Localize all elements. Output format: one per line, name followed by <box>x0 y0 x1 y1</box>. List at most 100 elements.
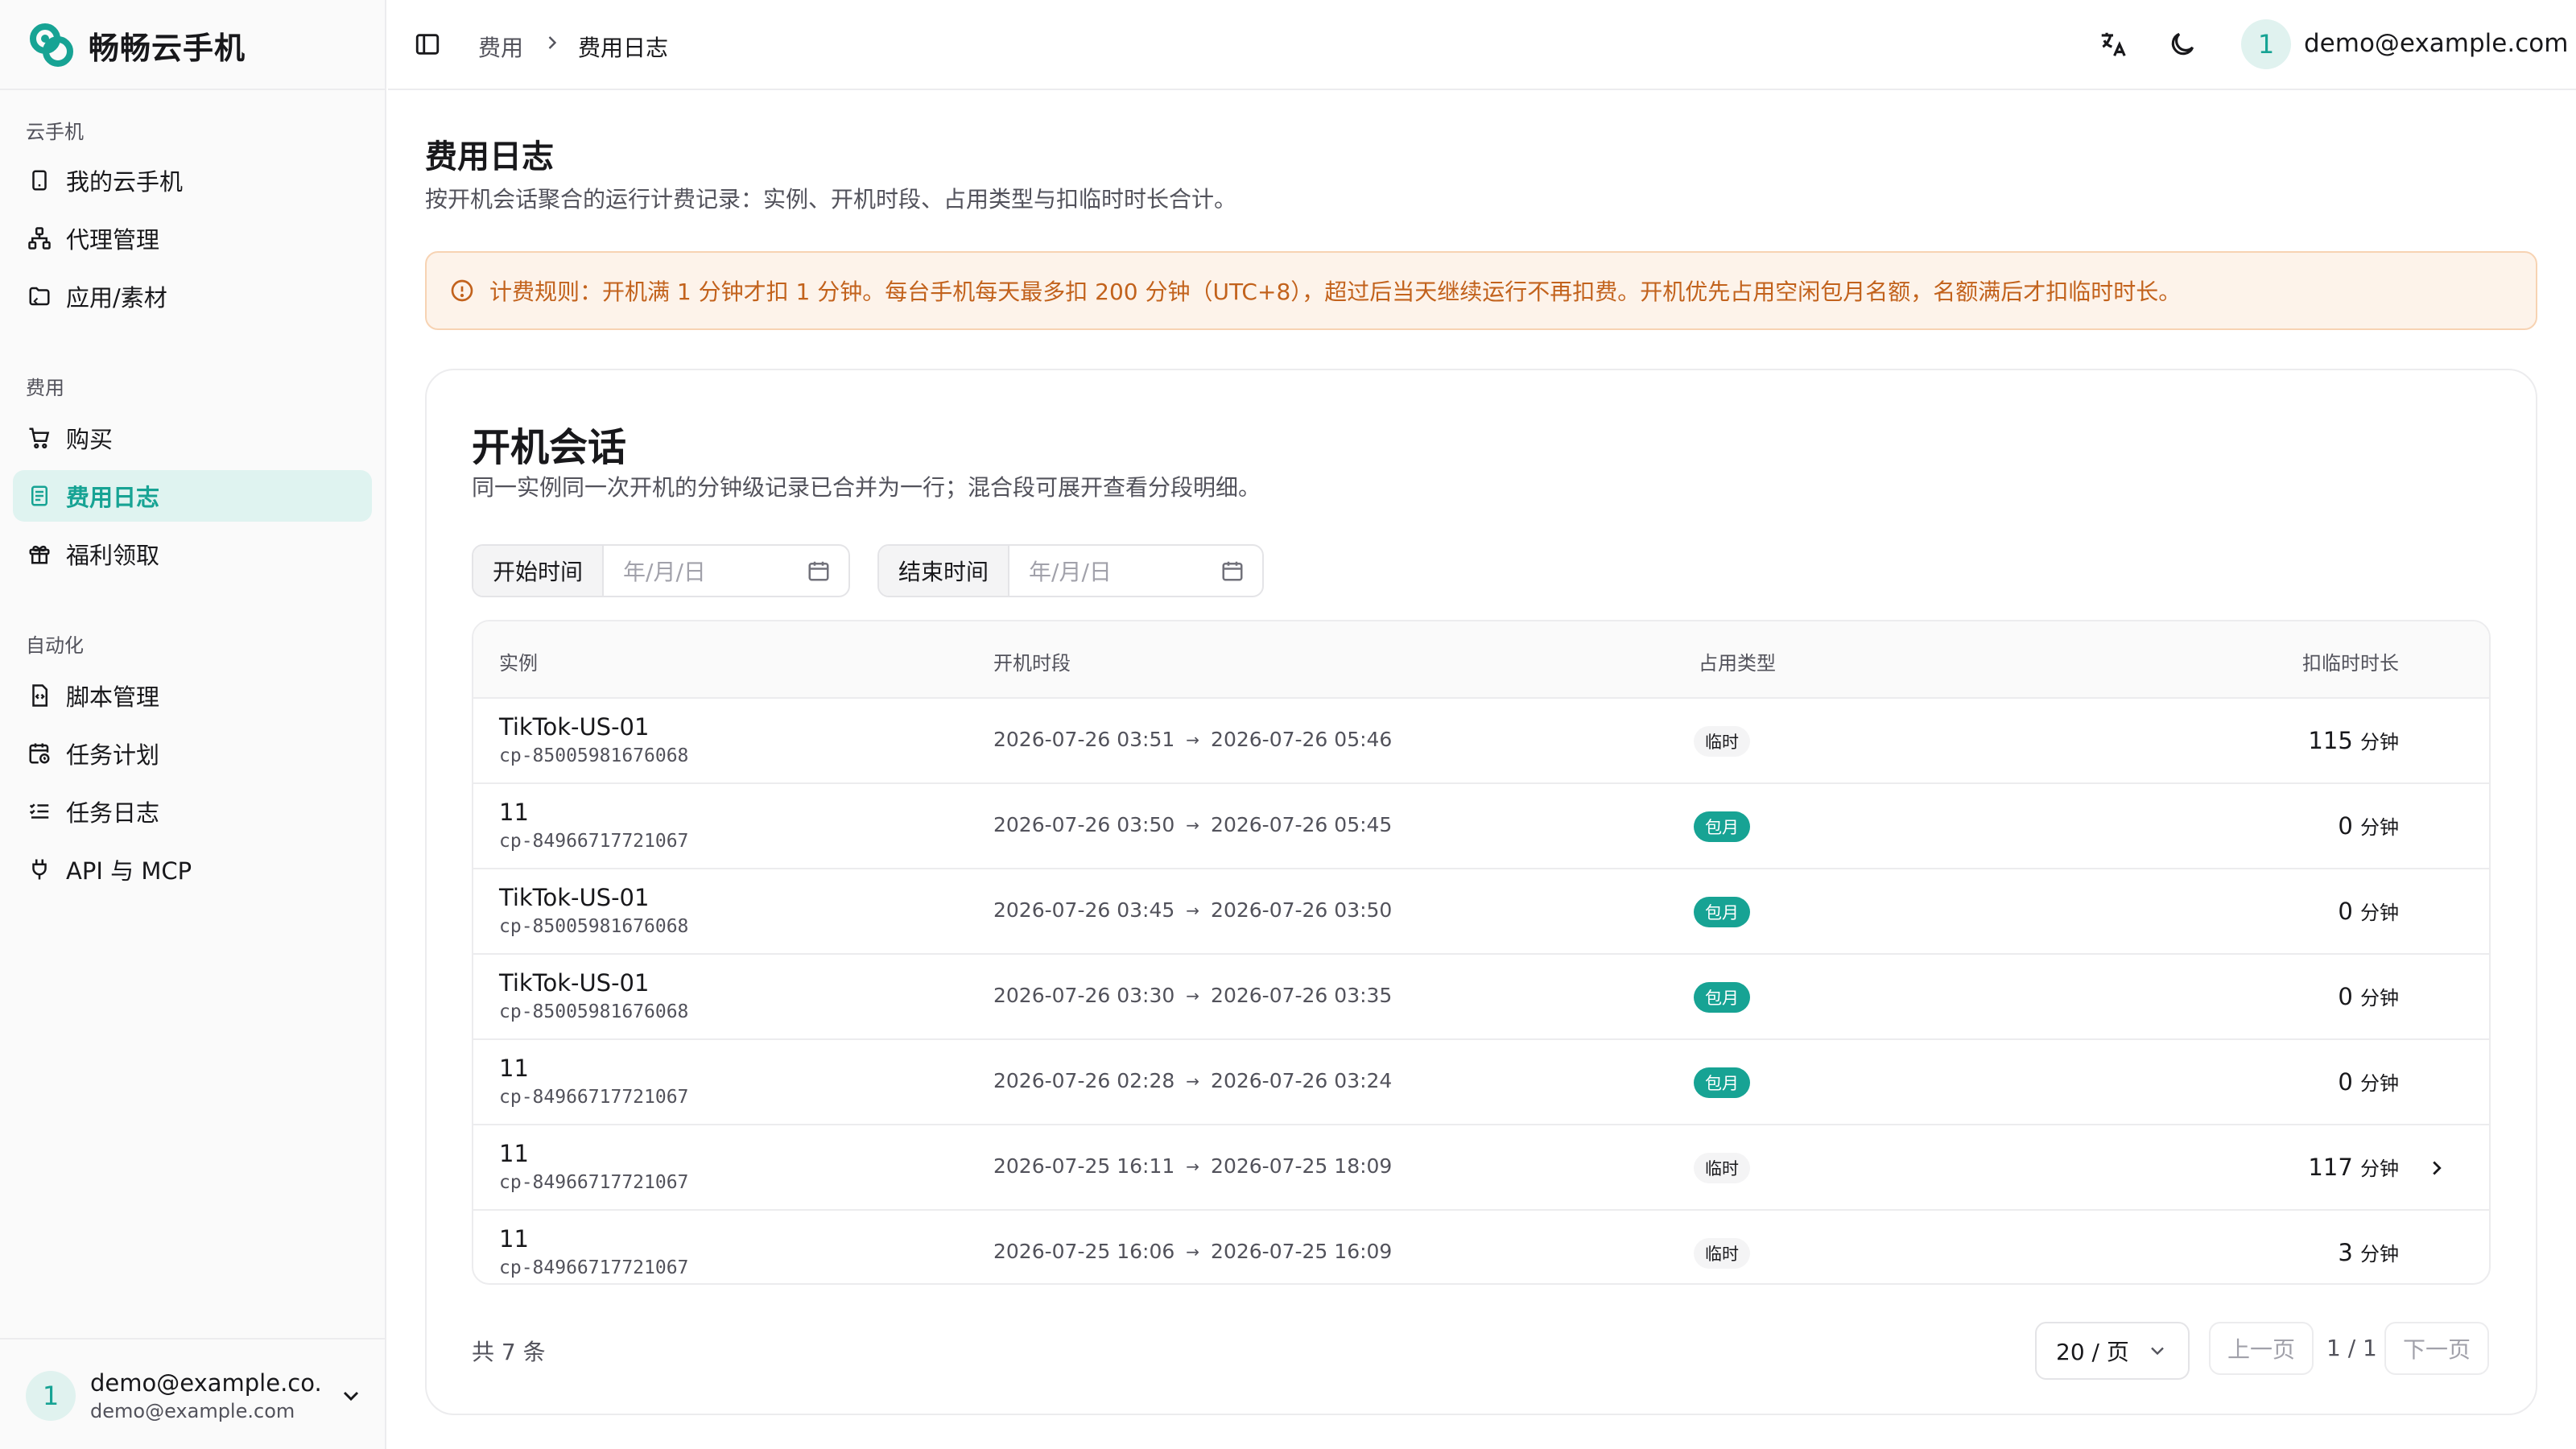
total-count: 共 7 条 <box>472 1339 546 1365</box>
start-date-input[interactable]: 年/月/日 <box>604 555 807 587</box>
sidebar-item-api-mcp[interactable]: API 与 MCP <box>13 844 372 895</box>
sidebar-item-my-phones[interactable]: 我的云手机 <box>13 155 372 206</box>
card-title: 开机会话 <box>472 425 627 470</box>
table-header: 实例 开机时段 占用类型 扣临时时长 <box>473 621 2489 699</box>
start-time: 2026-07-25 16:11 <box>993 1154 1175 1178</box>
sidebar-item-label: 购买 <box>66 426 114 453</box>
instance-name: TikTok-US-01 <box>499 969 650 997</box>
end-time: 2026-07-26 03:24 <box>1211 1069 1393 1092</box>
type-badge: 包月 <box>1694 897 1750 927</box>
duration-value: 0 <box>2338 898 2353 925</box>
sidebar: 畅畅云手机 云手机 我的云手机 代理管理 应用/素材 费用 购买 费用日志 福利… <box>0 0 386 1449</box>
app-logo[interactable]: 畅畅云手机 <box>26 18 246 72</box>
script-icon <box>32 684 47 707</box>
table-row: TikTok-US-01 cp-85005981676068 2026-07-2… <box>473 699 2489 784</box>
duration: 0 分钟 <box>2338 811 2399 840</box>
nav-group-label: 费用 <box>26 377 64 399</box>
column-period: 开机时段 <box>993 652 1071 675</box>
sidebar-item-apps[interactable]: 应用/素材 <box>13 270 372 322</box>
duration: 0 分钟 <box>2338 982 2399 1010</box>
duration-unit: 分钟 <box>2360 902 2399 924</box>
sidebar-item-task-plan[interactable]: 任务计划 <box>13 728 372 779</box>
chevron-right-icon[interactable] <box>2425 1156 2449 1180</box>
translate-icon[interactable] <box>2098 29 2128 60</box>
column-duration: 扣临时时长 <box>2302 652 2399 675</box>
sidebar-item-task-log[interactable]: 任务日志 <box>13 786 372 837</box>
page-position: 1 / 1 <box>2326 1335 2377 1361</box>
start-date-label: 开始时间 <box>473 546 605 596</box>
duration-unit: 分钟 <box>2360 1158 2399 1180</box>
end-date-input[interactable]: 年/月/日 <box>1009 555 1220 587</box>
time-range: 2026-07-26 03:50 → 2026-07-26 05:45 <box>993 813 1392 836</box>
instance-id: cp-84966717721067 <box>499 1172 689 1193</box>
instance-name: TikTok-US-01 <box>499 884 650 911</box>
chevron-down-icon <box>2151 1347 2164 1356</box>
start-time: 2026-07-25 16:06 <box>993 1240 1175 1263</box>
table-row: 11 cp-84966717721067 2026-07-25 16:06 → 20… <box>473 1211 2489 1283</box>
time-range: 2026-07-26 03:30 → 2026-07-26 03:35 <box>993 984 1392 1007</box>
sidebar-item-label: 脚本管理 <box>66 683 160 711</box>
instance-name: 11 <box>499 1055 529 1082</box>
duration-value: 3 <box>2338 1239 2353 1266</box>
sidebar-item-proxy[interactable]: 代理管理 <box>13 213 372 264</box>
sidebar-item-label: 应用/素材 <box>66 284 167 312</box>
end-time: 2026-07-26 05:46 <box>1211 728 1393 751</box>
duration-value: 117 <box>2308 1154 2353 1181</box>
type-badge: 临时 <box>1694 1153 1750 1183</box>
prev-page-button[interactable]: 上一页 <box>2209 1322 2314 1375</box>
alert-text: 计费规则：开机满 1 分钟才扣 1 分钟。每台手机每天最多扣 200 分钟（UT… <box>489 279 2182 305</box>
gift-icon <box>29 545 50 564</box>
instance-id: cp-84966717721067 <box>499 1257 689 1278</box>
receipt-icon <box>31 485 47 506</box>
time-range: 2026-07-26 03:51 → 2026-07-26 05:46 <box>993 728 1392 751</box>
breadcrumb-parent[interactable]: 费用 <box>478 31 523 63</box>
duration: 3 分钟 <box>2338 1238 2399 1266</box>
sidebar-item-label: 代理管理 <box>66 226 160 254</box>
table-row-expandable[interactable]: 11 cp-84966717721067 2026-07-25 16:11 → 20… <box>473 1125 2489 1211</box>
start-time: 2026-07-26 03:51 <box>993 728 1175 751</box>
table-row: 11 cp-84966717721067 2026-07-26 03:50 → 20… <box>473 784 2489 869</box>
page-size-select[interactable]: 20 / 页 <box>2035 1322 2190 1380</box>
instance-id: cp-85005981676068 <box>499 745 689 766</box>
start-time: 2026-07-26 02:28 <box>993 1069 1175 1092</box>
sidebar-item-label: API 与 MCP <box>66 857 192 885</box>
calendar-icon[interactable] <box>807 559 831 583</box>
duration: 117 分钟 <box>2308 1153 2399 1181</box>
instance-name: 11 <box>499 799 529 826</box>
header-user-email[interactable]: demo@example.com <box>2304 29 2568 58</box>
sidebar-toggle-icon[interactable] <box>414 31 441 58</box>
instance-name: TikTok-US-01 <box>499 713 650 741</box>
next-page-button[interactable]: 下一页 <box>2384 1322 2489 1375</box>
end-time: 2026-07-25 16:09 <box>1211 1240 1393 1263</box>
avatar: 1 <box>26 1371 76 1421</box>
table-row: TikTok-US-01 cp-85005981676068 2026-07-2… <box>473 869 2489 955</box>
end-date-filter: 结束时间 年/月/日 <box>877 544 1264 597</box>
sidebar-item-purchase[interactable]: 购买 <box>13 412 372 464</box>
sidebar-item-rewards[interactable]: 福利领取 <box>13 528 372 580</box>
table-row: 11 cp-84966717721067 2026-07-26 02:28 → 20… <box>473 1040 2489 1125</box>
user-email: demo@example.com <box>90 1400 295 1422</box>
table-row: TikTok-US-01 cp-85005981676068 2026-07-2… <box>473 955 2489 1040</box>
header-avatar[interactable]: 1 <box>2241 19 2291 69</box>
instance-id: cp-84966717721067 <box>499 1087 689 1108</box>
instance-name: 11 <box>499 1140 529 1167</box>
info-icon <box>451 279 473 302</box>
start-date-filter: 开始时间 年/月/日 <box>472 544 850 597</box>
sidebar-item-label: 福利领取 <box>66 542 160 569</box>
moon-icon[interactable] <box>2167 29 2198 60</box>
sessions-card: 开机会话 同一实例同一次开机的分钟级记录已合并为一行；混合段可展开查看分段明细。… <box>425 369 2537 1415</box>
calendar-icon[interactable] <box>1220 559 1245 583</box>
duration-value: 0 <box>2338 1068 2353 1096</box>
type-badge: 临时 <box>1694 1238 1750 1269</box>
sidebar-item-scripts[interactable]: 脚本管理 <box>13 670 372 721</box>
sidebar-item-label: 任务日志 <box>66 799 160 827</box>
duration-unit: 分钟 <box>2360 1243 2399 1265</box>
arrow-right-icon: → <box>1186 729 1200 749</box>
sidebar-item-cost-log[interactable]: 费用日志 <box>13 470 372 522</box>
divider <box>0 1338 385 1340</box>
user-menu[interactable]: 1 demo@example.co... demo@example.com <box>26 1368 364 1423</box>
arrow-right-icon: → <box>1186 900 1200 920</box>
duration-unit: 分钟 <box>2360 987 2399 1009</box>
type-badge: 临时 <box>1694 726 1750 757</box>
time-range: 2026-07-26 03:45 → 2026-07-26 03:50 <box>993 898 1392 922</box>
